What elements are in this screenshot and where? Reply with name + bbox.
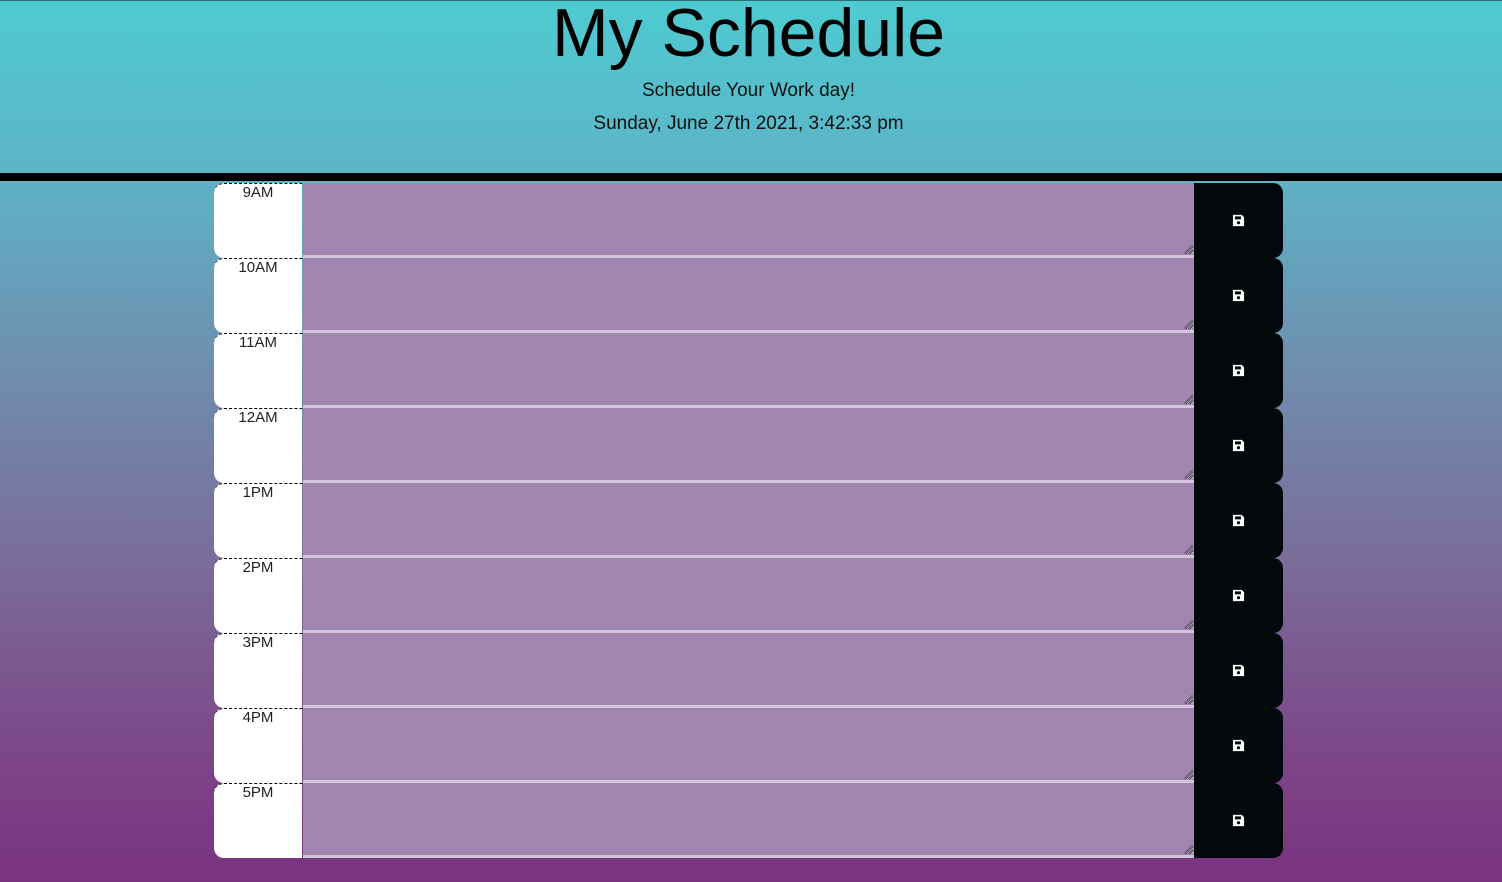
header-divider <box>0 173 1502 181</box>
event-textarea[interactable] <box>303 708 1194 783</box>
save-button[interactable] <box>1194 258 1283 333</box>
time-block-row: 11AM <box>214 333 1283 408</box>
save-button[interactable] <box>1194 183 1283 258</box>
event-textarea[interactable] <box>303 558 1194 633</box>
time-block-row: 4PM <box>214 708 1283 783</box>
time-block-row: 5PM <box>214 783 1283 858</box>
floppy-disk-icon <box>1232 589 1245 602</box>
save-button[interactable] <box>1194 708 1283 783</box>
time-block-row: 2PM <box>214 558 1283 633</box>
event-textarea[interactable] <box>303 183 1194 258</box>
save-button[interactable] <box>1194 558 1283 633</box>
hour-label: 4PM <box>214 708 302 783</box>
floppy-disk-icon <box>1232 664 1245 677</box>
hour-label: 2PM <box>214 558 302 633</box>
event-textarea[interactable] <box>303 633 1194 708</box>
hour-label: 9AM <box>214 183 302 258</box>
save-button[interactable] <box>1194 408 1283 483</box>
save-button[interactable] <box>1194 483 1283 558</box>
time-block-row: 1PM <box>214 483 1283 558</box>
current-datetime: Sunday, June 27th 2021, 3:42:33 pm <box>593 113 904 134</box>
page-header: My Schedule Schedule Your Work day! Sund… <box>0 0 1502 173</box>
floppy-disk-icon <box>1232 439 1245 452</box>
hour-label: 12AM <box>214 408 302 483</box>
event-textarea[interactable] <box>303 333 1194 408</box>
time-block-row: 3PM <box>214 633 1283 708</box>
time-block-row: 9AM <box>214 183 1283 258</box>
hour-label: 3PM <box>214 633 302 708</box>
time-block-row: 12AM <box>214 408 1283 483</box>
save-button[interactable] <box>1194 633 1283 708</box>
event-textarea[interactable] <box>303 258 1194 333</box>
hour-label: 5PM <box>214 783 302 858</box>
event-textarea[interactable] <box>303 783 1194 858</box>
hour-label: 10AM <box>214 258 302 333</box>
floppy-disk-icon <box>1232 739 1245 752</box>
time-block-list: 9AM 10AM 11AM 12AM 1PM 2PM 3PM 4PM 5PM <box>214 183 1283 858</box>
time-block-row: 10AM <box>214 258 1283 333</box>
floppy-disk-icon <box>1232 214 1245 227</box>
floppy-disk-icon <box>1232 364 1245 377</box>
save-button[interactable] <box>1194 333 1283 408</box>
floppy-disk-icon <box>1232 289 1245 302</box>
hour-label: 11AM <box>214 333 302 408</box>
page-title: My Schedule <box>551 0 946 71</box>
floppy-disk-icon <box>1232 814 1245 827</box>
hour-label: 1PM <box>214 483 302 558</box>
floppy-disk-icon <box>1232 514 1245 527</box>
event-textarea[interactable] <box>303 408 1194 483</box>
event-textarea[interactable] <box>303 483 1194 558</box>
save-button[interactable] <box>1194 783 1283 858</box>
page-subtitle: Schedule Your Work day! <box>641 80 855 101</box>
